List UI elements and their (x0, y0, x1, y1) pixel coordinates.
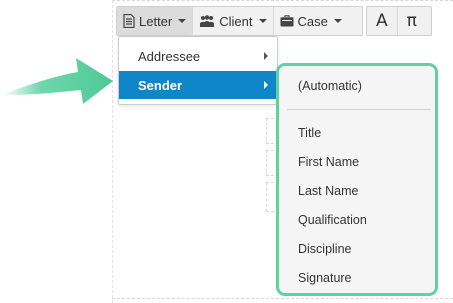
case-button[interactable]: Case (272, 7, 348, 35)
people-icon (199, 14, 215, 28)
insert-toolbar: Letter Client Case (116, 6, 363, 36)
letter-label: Letter (139, 13, 173, 29)
sender-submenu: (Automatic) Title First Name Last Name Q… (276, 63, 438, 296)
letter-menu: Addressee Sender (118, 36, 278, 105)
submenu-item-last-name[interactable]: Last Name (298, 184, 358, 198)
submenu-item-title[interactable]: Title (298, 126, 321, 140)
green-arrow-icon (2, 58, 113, 104)
menu-item-label: Sender (138, 77, 183, 93)
submenu-item-automatic[interactable]: (Automatic) (298, 79, 362, 93)
chevron-right-icon (264, 52, 268, 60)
text-format-button[interactable]: A (367, 7, 397, 35)
submenu-item-signature[interactable]: Signature (298, 271, 352, 285)
canvas-bottom-border (112, 298, 453, 299)
submenu-item-first-name[interactable]: First Name (298, 155, 359, 169)
canvas-top-border (112, 0, 453, 1)
menu-item-addressee[interactable]: Addressee (119, 42, 277, 70)
menu-item-label: Addressee (138, 48, 201, 64)
submenu-item-discipline[interactable]: Discipline (298, 242, 352, 256)
chevron-right-icon (264, 81, 268, 89)
canvas-left-border (112, 0, 113, 303)
chevron-down-icon (178, 19, 187, 23)
document-icon (123, 14, 135, 28)
client-button[interactable]: Client (192, 7, 272, 35)
case-label: Case (297, 13, 328, 29)
format-toolbar: A π (366, 6, 432, 36)
submenu-divider (287, 109, 431, 110)
submenu-item-qualification[interactable]: Qualification (298, 213, 367, 227)
special-character-button[interactable]: π (396, 7, 426, 35)
briefcase-icon (280, 15, 294, 27)
chevron-down-icon (258, 19, 267, 23)
letter-button[interactable]: Letter (117, 7, 193, 35)
client-label: Client (219, 13, 253, 29)
menu-item-sender[interactable]: Sender (119, 71, 277, 99)
chevron-down-icon (333, 19, 342, 23)
